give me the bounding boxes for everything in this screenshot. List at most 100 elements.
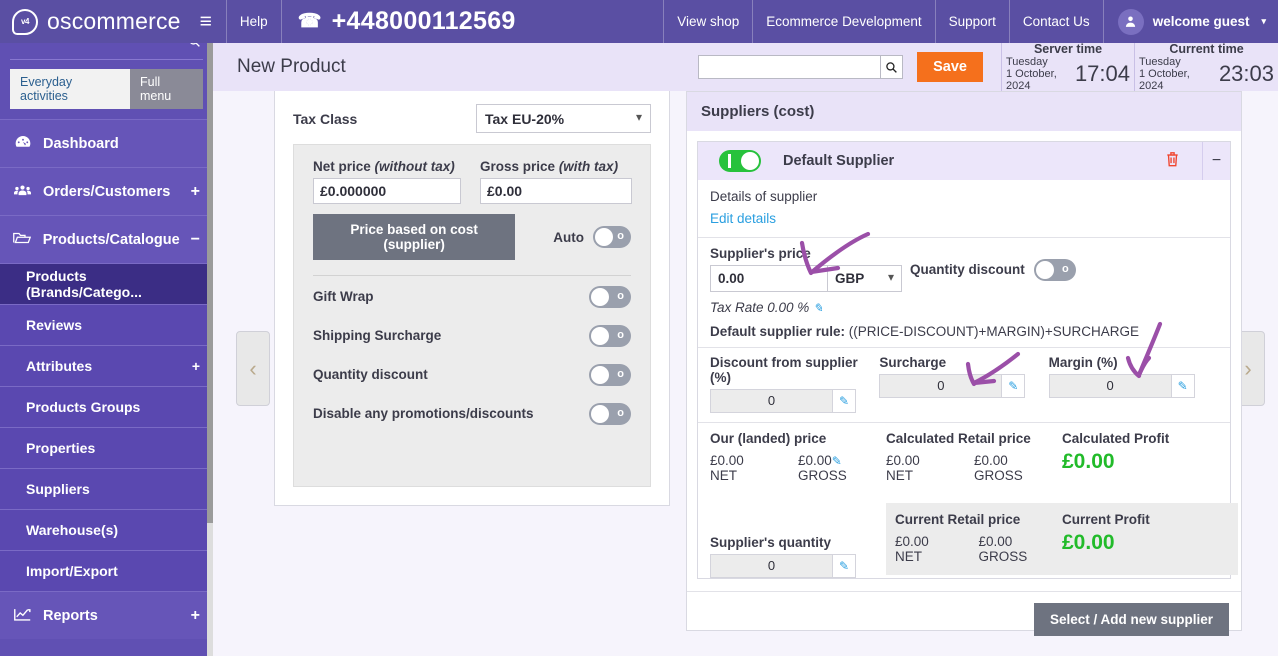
- supplier-adjustments-row: Discount from supplier (%) 0 ✎ Surcharge…: [710, 355, 1218, 413]
- currency-select[interactable]: GBP: [828, 265, 902, 292]
- edit-supplier-quantity-icon[interactable]: ✎: [833, 554, 856, 578]
- nav-link-view-shop[interactable]: View shop: [664, 0, 752, 43]
- divider: [698, 422, 1230, 423]
- edit-surcharge-icon[interactable]: ✎: [1002, 374, 1026, 398]
- nav-link-contact-us[interactable]: Contact Us: [1010, 0, 1103, 43]
- gross-price-input[interactable]: [480, 178, 632, 204]
- nav-link-support[interactable]: Support: [936, 0, 1009, 43]
- delete-supplier-icon[interactable]: [1165, 151, 1180, 172]
- search-input[interactable]: [698, 55, 881, 79]
- sidebar-item-label: Reports: [43, 607, 98, 624]
- sidebar-item-products-groups[interactable]: Products Groups: [0, 386, 213, 427]
- calculations-section: Our (landed) price £0.00 NET £0.00✎ GROS…: [710, 431, 1238, 578]
- edit-landed-gross-icon[interactable]: ✎: [832, 454, 842, 468]
- save-button[interactable]: Save: [917, 52, 983, 82]
- phone-number-block[interactable]: ☎ +448000112569: [282, 0, 532, 43]
- suppliers-panel: Suppliers (cost) Default Supplier − Deta…: [686, 91, 1242, 636]
- current-profit-column: Current Profit £0.00: [1062, 512, 1238, 564]
- sidebar-search[interactable]: [10, 43, 203, 60]
- sidebar-item-attributes[interactable]: Attributes +: [0, 345, 213, 386]
- supplier-price-column: Supplier's price GBP ▾: [710, 246, 902, 292]
- previous-section-button[interactable]: ‹: [236, 331, 270, 406]
- auto-toggle[interactable]: o: [592, 226, 631, 248]
- sidebar-item-warehouses[interactable]: Warehouse(s): [0, 509, 213, 550]
- suppliers-panel-footer: Select / Add new supplier: [687, 591, 1241, 647]
- sidebar-item-suppliers[interactable]: Suppliers: [0, 468, 213, 509]
- server-time-title: Server time: [1033, 42, 1103, 56]
- nav-link-ecommerce-development[interactable]: Ecommerce Development: [753, 0, 934, 43]
- user-menu[interactable]: welcome guest ▾: [1104, 0, 1278, 43]
- sidebar-expand-indicator[interactable]: +: [191, 183, 200, 201]
- toggle-knob: [591, 365, 609, 384]
- sidebar-item-orders-customers[interactable]: Orders/Customers +: [0, 167, 213, 215]
- edit-discount-icon[interactable]: ✎: [833, 389, 856, 413]
- current-time-date: 1 October, 2024: [1139, 68, 1190, 92]
- supplier-details-text: Details of supplier: [710, 189, 818, 204]
- sidebar-item-import-export[interactable]: Import/Export: [0, 550, 213, 591]
- collapse-supplier-icon[interactable]: −: [1202, 142, 1230, 180]
- toggle-off-mark: o: [617, 289, 624, 302]
- current-time-day: Tuesday: [1139, 56, 1181, 68]
- page-header: New Product Save Server time Tuesday 1 O…: [213, 42, 1278, 92]
- user-name: welcome guest: [1152, 14, 1250, 29]
- supplier-enabled-toggle[interactable]: [719, 150, 761, 172]
- price-inputs-row: [313, 178, 632, 204]
- edit-margin-icon[interactable]: ✎: [1171, 374, 1195, 398]
- net-price-input[interactable]: [313, 178, 461, 204]
- discount-value[interactable]: 0: [710, 389, 833, 413]
- segment-everyday-activities[interactable]: Everyday activities: [10, 69, 130, 109]
- supplier-quantity-stepper[interactable]: 0 ✎: [710, 554, 886, 578]
- sidebar-item-products-catalogue[interactable]: Products/Catalogue −: [0, 215, 213, 263]
- currency-select-wrap: GBP ▾: [828, 265, 902, 292]
- sidebar-item-reviews[interactable]: Reviews: [0, 304, 213, 345]
- sidebar-expand-indicator[interactable]: +: [191, 607, 200, 625]
- landed-gross-value: £0.00: [798, 453, 832, 468]
- supplier-quantity-discount-toggle[interactable]: o: [1033, 258, 1076, 281]
- brand-logo-area[interactable]: v4 oscommerce ≡: [0, 0, 226, 43]
- surcharge-value[interactable]: 0: [879, 374, 1003, 398]
- supplier-price-input[interactable]: [710, 265, 828, 292]
- current-profit-title: Current Profit: [1062, 512, 1150, 527]
- option-row-quantity-discount: Quantity discount o: [313, 356, 631, 393]
- tax-rate-text: Tax Rate 0.00 %: [710, 300, 810, 315]
- option-row-gift-wrap: Gift Wrap o: [313, 278, 631, 315]
- hamburger-menu-icon[interactable]: ≡: [200, 10, 212, 34]
- chart-line-icon: [13, 608, 32, 624]
- price-settings-box: Net price (without tax) Gross price (wit…: [293, 144, 651, 487]
- shipping-surcharge-label: Shipping Surcharge: [313, 328, 442, 343]
- price-based-on-cost-button[interactable]: Price based on cost (supplier): [313, 214, 516, 260]
- supplier-quantity-value[interactable]: 0: [710, 554, 833, 578]
- toggle-knob: [591, 404, 609, 423]
- sidebar-item-dashboard[interactable]: Dashboard: [0, 119, 213, 167]
- discount-stepper[interactable]: 0 ✎: [710, 389, 879, 413]
- segment-full-menu[interactable]: Full menu: [129, 69, 203, 109]
- supplier-rule-row: Default supplier rule: ((PRICE-DISCOUNT)…: [710, 324, 1218, 339]
- gift-wrap-toggle[interactable]: o: [589, 285, 631, 308]
- tax-class-select[interactable]: Tax EU-20%: [476, 104, 651, 133]
- help-link[interactable]: Help: [227, 0, 281, 43]
- edit-tax-rate-icon[interactable]: ✎: [813, 301, 823, 315]
- edit-details-link[interactable]: Edit details: [710, 211, 776, 226]
- margin-stepper[interactable]: 0 ✎: [1048, 374, 1218, 398]
- surcharge-stepper[interactable]: 0 ✎: [879, 374, 1048, 398]
- margin-value[interactable]: 0: [1048, 374, 1172, 398]
- quantity-discount-toggle[interactable]: o: [589, 363, 631, 386]
- current-retail-gross: £0.00 GROSS: [979, 534, 1063, 564]
- disable-promotions-toggle[interactable]: o: [589, 402, 631, 425]
- select-add-new-supplier-button[interactable]: Select / Add new supplier: [1033, 603, 1229, 636]
- sidebar-item-properties[interactable]: Properties: [0, 427, 213, 468]
- margin-field: Margin (%) 0 ✎: [1048, 355, 1218, 413]
- discount-label: Discount from supplier (%): [710, 355, 858, 385]
- landed-net-label: NET: [710, 468, 737, 483]
- sidebar-item-products-brands-categories[interactable]: Products (Brands/Catego...: [0, 263, 213, 304]
- sidebar-expand-indicator[interactable]: +: [192, 358, 200, 374]
- search-button[interactable]: [880, 55, 904, 79]
- shipping-surcharge-toggle[interactable]: o: [589, 324, 631, 347]
- header-search: [698, 55, 904, 79]
- sidebar-item-reports[interactable]: Reports +: [0, 591, 213, 639]
- sidebar-item-label: Warehouse(s): [26, 522, 119, 538]
- supplier-quantity-field: Supplier's quantity 0 ✎: [710, 535, 886, 578]
- sidebar-collapse-indicator[interactable]: −: [191, 231, 200, 249]
- net-price-label: Net price (without tax): [313, 159, 461, 174]
- supplier-card-body: Details of supplier Edit details Supplie…: [698, 180, 1238, 578]
